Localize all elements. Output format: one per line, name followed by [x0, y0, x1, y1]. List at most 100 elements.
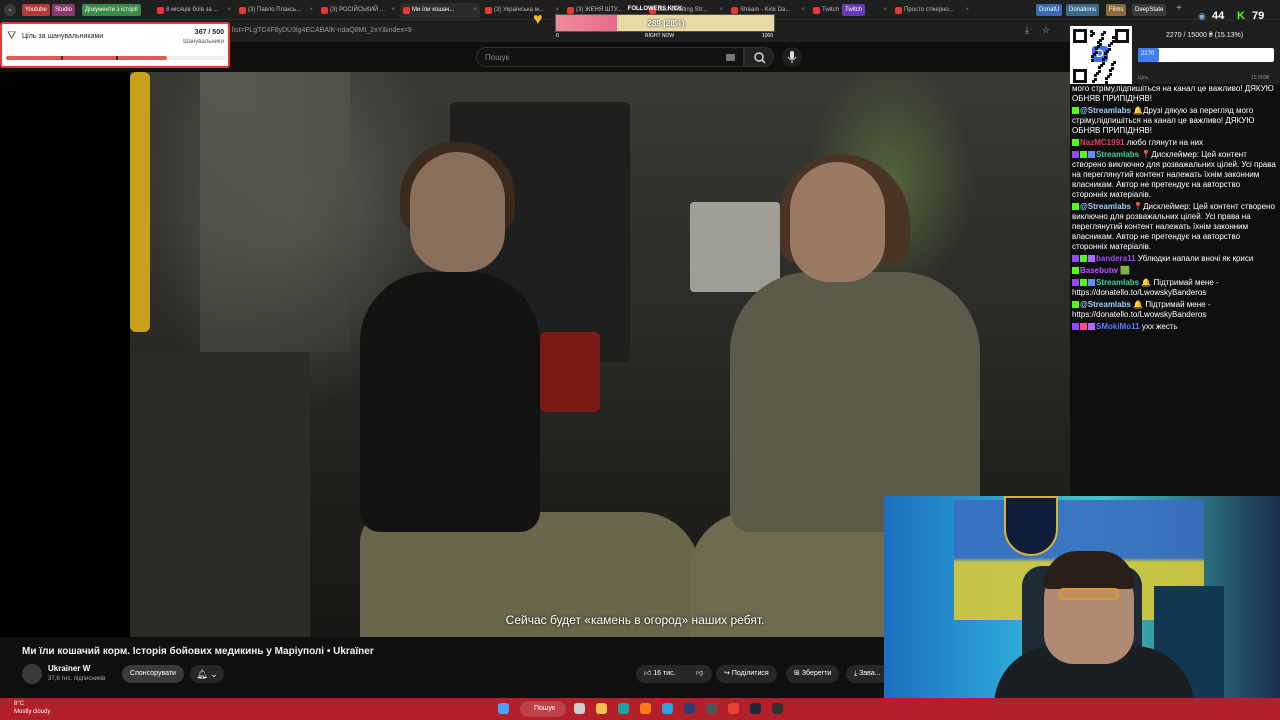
- chat-username[interactable]: Basebutw: [1080, 266, 1118, 275]
- qr-module: [1092, 32, 1095, 35]
- share-button[interactable]: ↪ Поділитися: [716, 665, 777, 683]
- kick-progress-bar: 289 (28%): [555, 14, 775, 32]
- taskbar-search-label: Пошук: [534, 705, 556, 712]
- flag-emblem: [1004, 496, 1058, 556]
- channel-avatar[interactable]: [22, 664, 42, 684]
- chat-message: Streamlabs 📍Дисклеймер: Цей контент ство…: [1070, 150, 1280, 202]
- chat-text: любо глянути на них: [1126, 138, 1204, 147]
- bookmark-star-icon[interactable]: ☆: [1042, 25, 1050, 36]
- chat-username[interactable]: @Streamlabs: [1080, 202, 1131, 211]
- tab-favicon-icon: [813, 7, 820, 14]
- tab-favicon-icon: [403, 7, 410, 14]
- chat-panel[interactable]: мого стріму,підпишіться на канал це важл…: [1070, 84, 1280, 496]
- bookmark-item[interactable]: Films: [1106, 4, 1127, 16]
- sponsor-button[interactable]: Спонсорувати: [122, 665, 184, 683]
- medical-bag: [540, 332, 600, 412]
- app-icon[interactable]: [706, 703, 717, 714]
- qr-code: D: [1070, 26, 1132, 86]
- weather-widget[interactable]: 8°C Mostly cloudy: [14, 700, 50, 716]
- chat-badge-icon: [1072, 267, 1079, 274]
- download-icon: ⤓: [854, 670, 858, 677]
- file-explorer-icon[interactable]: [596, 703, 607, 714]
- bookmark-item[interactable]: DeepState: [1132, 4, 1167, 16]
- streamer-hair: [1044, 551, 1134, 589]
- save-label: Зберегти: [801, 670, 832, 677]
- chat-message: мого стріму,підпишіться на канал це важл…: [1070, 84, 1280, 106]
- tab-favicon-icon: [895, 7, 902, 14]
- start-icon[interactable]: [498, 703, 509, 714]
- browser-tab[interactable]: Ми їли кошач... ×: [400, 3, 480, 18]
- qr-module: [1108, 48, 1111, 51]
- url-text[interactable]: list=PLgTC4F8yDU3lg4ECABAlK-ndaQ8Mt_2xY&…: [232, 27, 412, 34]
- tab-close-icon[interactable]: ×: [801, 3, 805, 18]
- bookmark-item[interactable]: Twitch: [842, 4, 866, 16]
- notification-bell-button[interactable]: 🔔︎ ⌄: [190, 665, 224, 683]
- app-icon[interactable]: [684, 703, 695, 714]
- tab-close-icon[interactable]: ×: [883, 3, 887, 18]
- bookmark-item[interactable]: DonatU: [1036, 4, 1063, 16]
- steam-icon[interactable]: [750, 703, 761, 714]
- chat-username[interactable]: @Streamlabs: [1080, 300, 1131, 309]
- qr-module: [1102, 62, 1105, 65]
- new-tab-button[interactable]: +: [1176, 3, 1182, 14]
- qr-module: [1101, 37, 1104, 40]
- browser-tab[interactable]: 8 місяців боїв за ... ×: [154, 3, 234, 18]
- task-view-icon[interactable]: [574, 703, 585, 714]
- kick-followers-widget: FOLLOWERS KICK 289 (28%): [555, 6, 775, 32]
- bookmark-item[interactable]: Youtube: [22, 4, 50, 16]
- follower-goal-widget: ⛛ Ціль за шанувальниками 367 / 500 Шанув…: [0, 22, 230, 68]
- firefox-icon[interactable]: [640, 703, 651, 714]
- bookmark-item[interactable]: Studio: [52, 4, 76, 16]
- qr-module: [1103, 31, 1106, 34]
- browser-tab[interactable]: (3) Українська м... ×: [482, 3, 562, 18]
- search-input[interactable]: Пошук: [476, 47, 744, 67]
- tab-close-icon[interactable]: ×: [309, 3, 313, 18]
- chat-badge-icon: [1072, 203, 1079, 210]
- channel-name[interactable]: Ukraїner W: [48, 664, 90, 673]
- download-button[interactable]: ⤓ Зава...: [846, 665, 884, 683]
- browser-tab[interactable]: Просто стікерно... ×: [892, 3, 972, 18]
- chat-username[interactable]: @Streamlabs: [1080, 106, 1131, 115]
- tab-label: Ми їли кошач...: [412, 7, 455, 13]
- goal-unit: Шанувальники: [183, 39, 224, 45]
- save-icon: ⊞: [794, 670, 800, 677]
- browser-tab[interactable]: (3) Павло Плаксь... ×: [236, 3, 316, 18]
- tab-close-icon[interactable]: ×: [391, 3, 395, 18]
- chat-username[interactable]: NazMC1991: [1080, 138, 1124, 147]
- goal-title: Ціль за шанувальниками: [22, 33, 104, 40]
- viewers-icon: ◉: [1198, 11, 1206, 21]
- save-button[interactable]: ⊞ Зберегти: [786, 665, 840, 683]
- browser-tab[interactable]: (3) РОСІЙСЬКИЙ ... ×: [318, 3, 398, 18]
- chat-username[interactable]: Streamlabs: [1096, 150, 1139, 159]
- chat-message: @Streamlabs 📍Дисклеймер: Цей контент ств…: [1070, 202, 1280, 254]
- bookmark-item[interactable]: Donations: [1066, 4, 1100, 16]
- weather-condition: Mostly cloudy: [14, 709, 51, 715]
- telegram-icon[interactable]: [662, 703, 673, 714]
- chat-username[interactable]: SMokiMo11: [1096, 322, 1140, 331]
- tab-close-icon[interactable]: ×: [473, 3, 477, 18]
- install-icon[interactable]: ⤓: [1025, 25, 1029, 36]
- kick-max-label: 1000: [762, 33, 774, 39]
- chat-username[interactable]: Streamlabs: [1096, 278, 1139, 287]
- chrome-icon[interactable]: [728, 703, 739, 714]
- keyboard-icon[interactable]: [726, 54, 735, 61]
- tab-close-icon[interactable]: ×: [227, 3, 231, 18]
- voice-search-button[interactable]: [782, 47, 802, 67]
- bookmark-item[interactable]: Документи з історії: [82, 4, 141, 16]
- tab-search-icon[interactable]: ⌄: [4, 4, 16, 16]
- taskbar-search[interactable]: Пошук: [520, 701, 566, 717]
- chat-username[interactable]: bandera11: [1096, 254, 1136, 263]
- person-right-face: [790, 162, 885, 282]
- goal-count: 367 / 500: [194, 29, 224, 36]
- search-button[interactable]: [744, 47, 774, 67]
- qr-module: [1099, 43, 1102, 46]
- obs-icon[interactable]: [772, 703, 783, 714]
- like-button[interactable]: 👍︎ 16 тис. 👎︎: [636, 665, 712, 683]
- microphone-icon: [787, 51, 797, 63]
- tab-close-icon[interactable]: ×: [965, 3, 969, 18]
- edge-icon[interactable]: [618, 703, 629, 714]
- goal-tick: [116, 56, 118, 60]
- dislike-icon[interactable]: 👎︎: [696, 665, 703, 683]
- goal-progress-fill: [6, 56, 168, 60]
- person-left-body: [360, 272, 540, 532]
